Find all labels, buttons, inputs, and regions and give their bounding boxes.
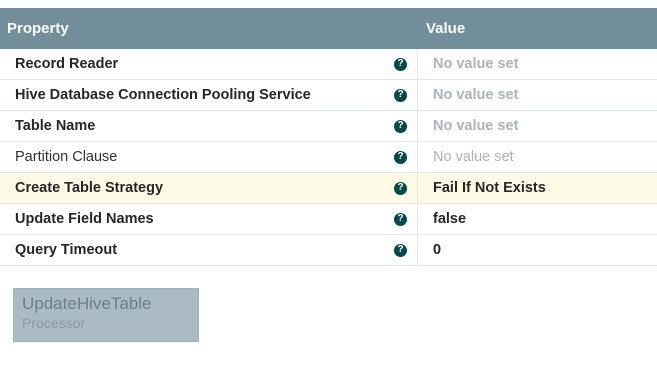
value-column-header[interactable]: Value xyxy=(418,20,465,37)
property-value[interactable]: No value set xyxy=(418,87,518,103)
properties-table: Property Value Record Reader ? No value … xyxy=(0,8,657,266)
help-icon[interactable]: ? xyxy=(394,243,407,257)
help-icon[interactable]: ? xyxy=(394,88,407,102)
help-icon[interactable]: ? xyxy=(394,181,407,195)
property-name: Partition Clause xyxy=(15,149,118,165)
property-value[interactable]: false xyxy=(418,211,466,227)
table-header: Property Value xyxy=(0,8,657,49)
help-icon[interactable]: ? xyxy=(394,57,407,71)
property-row-query-timeout[interactable]: Query Timeout ? 0 xyxy=(0,235,657,266)
processor-name: UpdateHiveTable xyxy=(22,294,152,313)
property-row-update-field-names[interactable]: Update Field Names ? false xyxy=(0,204,657,235)
property-value[interactable]: No value set xyxy=(418,149,514,165)
property-row-hive-dbcp-service[interactable]: Hive Database Connection Pooling Service… xyxy=(0,80,657,111)
property-name: Query Timeout xyxy=(15,242,118,258)
property-value[interactable]: No value set xyxy=(418,56,518,72)
property-value[interactable]: 0 xyxy=(418,242,441,258)
property-name: Table Name xyxy=(15,118,96,134)
help-icon[interactable]: ? xyxy=(394,150,407,164)
property-cell: Create Table Strategy ? xyxy=(0,173,418,203)
property-name: Update Field Names xyxy=(15,211,154,227)
processor-drag-card[interactable]: UpdateHiveTable Processor xyxy=(13,288,199,342)
property-value[interactable]: No value set xyxy=(418,118,518,134)
help-icon[interactable]: ? xyxy=(394,212,407,226)
property-row-table-name[interactable]: Table Name ? No value set xyxy=(0,111,657,142)
property-row-create-table-strategy[interactable]: Create Table Strategy ? Fail If Not Exis… xyxy=(0,173,657,204)
property-cell: Record Reader ? xyxy=(0,49,418,79)
property-cell: Table Name ? xyxy=(0,111,418,141)
property-row-partition-clause[interactable]: Partition Clause ? No value set xyxy=(0,142,657,173)
help-icon[interactable]: ? xyxy=(394,119,407,133)
property-cell: Hive Database Connection Pooling Service… xyxy=(0,80,418,110)
property-row-record-reader[interactable]: Record Reader ? No value set xyxy=(0,49,657,80)
processor-type: Processor xyxy=(22,315,86,331)
property-cell: Partition Clause ? xyxy=(0,142,418,172)
property-cell: Update Field Names ? xyxy=(0,204,418,234)
property-name: Record Reader xyxy=(15,56,119,72)
property-column-header[interactable]: Property xyxy=(0,20,418,37)
property-name: Create Table Strategy xyxy=(15,180,164,196)
property-value[interactable]: Fail If Not Exists xyxy=(418,180,546,196)
property-name: Hive Database Connection Pooling Service xyxy=(15,87,311,103)
property-cell: Query Timeout ? xyxy=(0,235,418,265)
